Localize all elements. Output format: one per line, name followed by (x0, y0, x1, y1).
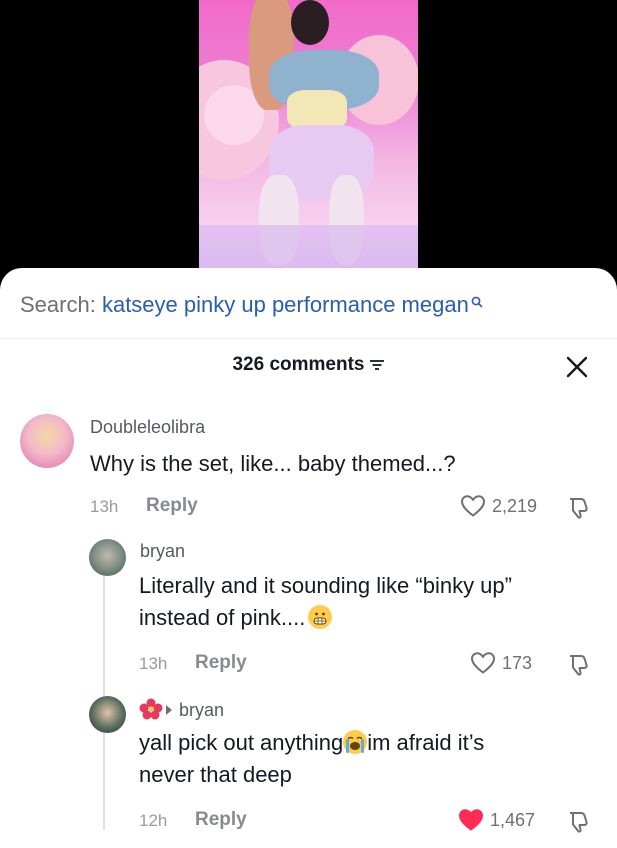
comment-text: Why is the set, like... baby themed...? (90, 451, 456, 476)
reply-button[interactable]: Reply (146, 495, 198, 517)
comment-text-part: instead of pink.... (139, 605, 306, 630)
like-button[interactable]: 1,467 (458, 808, 535, 832)
dislike-icon[interactable] (566, 810, 590, 834)
dislike-icon[interactable] (566, 496, 590, 520)
reply-arrow-icon (166, 705, 172, 715)
grimacing-face-icon (308, 605, 333, 629)
avatar[interactable] (20, 414, 74, 468)
like-button[interactable]: 2,219 (460, 494, 537, 518)
heart-icon (460, 495, 486, 517)
avatar[interactable] (89, 696, 126, 733)
comments-sheet: Search: katseye pinky up performance meg… (0, 268, 617, 848)
comment-text-line: Literally and it sounding like “binky up… (139, 573, 512, 598)
like-count: 1,467 (490, 809, 536, 830)
heart-icon (470, 652, 496, 674)
comment-timestamp: 12h (139, 811, 168, 830)
search-prefix: Search: (20, 292, 96, 317)
like-button[interactable]: 173 (470, 651, 532, 675)
comment-username[interactable]: bryan (139, 698, 224, 721)
reply-to-username[interactable]: bryan (179, 700, 224, 720)
comment-username[interactable]: bryan (140, 541, 185, 562)
video-player-area[interactable] (0, 0, 617, 290)
close-icon[interactable] (565, 355, 589, 379)
comment-username[interactable]: Doubleleolibra (90, 417, 205, 438)
video-frame[interactable] (199, 0, 418, 270)
comment-text: yall pick out anything im afraid it’s nev… (139, 727, 579, 791)
loudly-crying-face-icon (343, 730, 368, 754)
comments-header[interactable]: 326 comments (0, 354, 617, 376)
reply-button[interactable]: Reply (195, 652, 247, 674)
comments-count: 326 comments (232, 354, 365, 375)
heart-filled-icon (458, 809, 484, 831)
comment-text-line: never that deep (139, 762, 292, 787)
hibiscus-icon (139, 698, 163, 720)
comment-text-part: yall pick out anything (139, 730, 344, 755)
comment-timestamp: 13h (139, 654, 168, 673)
dislike-icon[interactable] (566, 653, 590, 677)
like-count: 173 (502, 652, 533, 673)
thread-line (103, 540, 105, 830)
search-suggestion[interactable]: Search: katseye pinky up performance meg… (20, 292, 483, 318)
comment-text-line: instead of pink.... (139, 602, 579, 634)
comment-text-part: im afraid it’s (367, 730, 485, 755)
reply-button[interactable]: Reply (195, 809, 247, 831)
search-icon[interactable] (471, 296, 483, 310)
avatar[interactable] (89, 539, 126, 576)
comment-timestamp: 13h (90, 497, 119, 516)
divider (0, 338, 617, 339)
comment-text: Literally and it sounding like “binky up… (139, 570, 579, 634)
comment-text-line: yall pick out anything im afraid it’s (139, 727, 579, 759)
like-count: 2,219 (492, 495, 538, 516)
search-query-link[interactable]: katseye pinky up performance megan (102, 292, 469, 317)
sort-icon[interactable] (369, 358, 385, 372)
